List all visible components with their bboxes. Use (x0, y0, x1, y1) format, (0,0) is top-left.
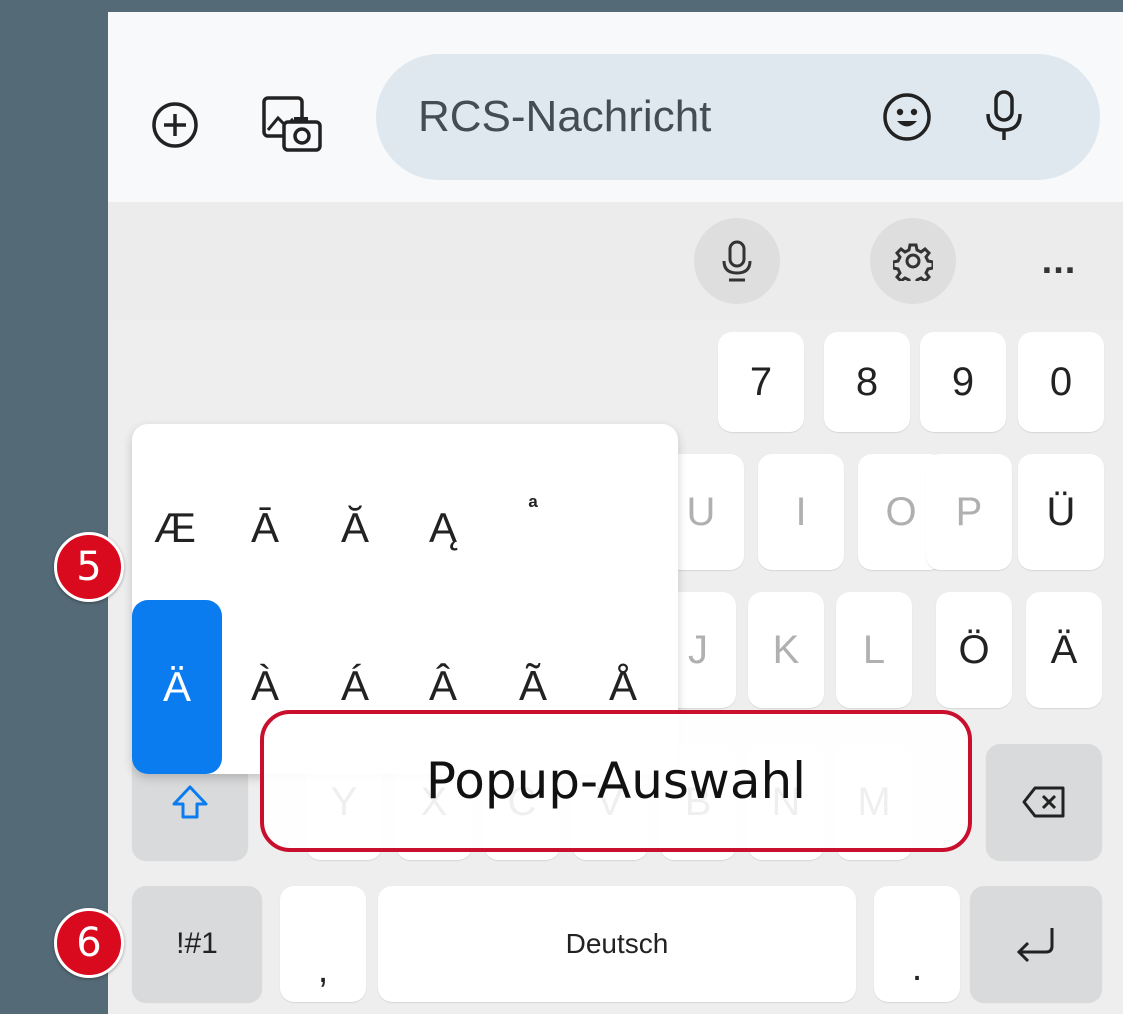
key-7[interactable]: 7 (718, 332, 804, 432)
mic-icon[interactable] (976, 86, 1032, 146)
phone-screen: RCS-Nachricht ... 7 8 9 0 U I O P Ü J K … (108, 12, 1123, 1014)
key-8[interactable]: 8 (824, 332, 910, 432)
gear-icon[interactable] (870, 218, 956, 304)
key-p[interactable]: P (926, 454, 1012, 570)
key-0[interactable]: 0 (1018, 332, 1104, 432)
popup-char-a-ogonek[interactable]: Ą (402, 488, 484, 568)
popup-char-a-macron[interactable]: Ā (224, 488, 306, 568)
period-key[interactable]: . (874, 886, 960, 1002)
symbols-key[interactable]: !#1 (132, 886, 262, 1002)
keyboard: ... 7 8 9 0 U I O P Ü A S D F G H J K L … (108, 202, 1123, 1014)
toolbar-mic-icon[interactable] (694, 218, 780, 304)
plus-circle-icon[interactable] (150, 100, 200, 150)
key-ae[interactable]: Ä (1026, 592, 1102, 708)
annotation-callout: Popup-Auswahl (260, 710, 972, 852)
backspace-key[interactable] (986, 744, 1102, 860)
key-ue[interactable]: Ü (1018, 454, 1104, 570)
popup-char-a-breve[interactable]: Ă (314, 488, 396, 568)
step-badge-6: 6 (54, 908, 124, 978)
gallery-camera-icon[interactable] (260, 92, 326, 158)
comma-key[interactable]: , (280, 886, 366, 1002)
more-icon[interactable]: ... (1016, 218, 1102, 304)
popup-char-ordinal-a[interactable]: ª (492, 488, 574, 572)
message-placeholder: RCS-Nachricht (418, 92, 712, 141)
key-l[interactable]: L (836, 592, 912, 708)
key-k[interactable]: K (748, 592, 824, 708)
key-i[interactable]: I (758, 454, 844, 570)
compose-bar: RCS-Nachricht (108, 12, 1123, 202)
backspace-icon (1022, 786, 1065, 818)
enter-icon (1016, 928, 1054, 963)
enter-key[interactable] (970, 886, 1102, 1002)
popup-char-selected[interactable]: Ä (132, 600, 222, 774)
emoji-icon[interactable] (880, 90, 934, 144)
popup-char-ae-lig[interactable]: Æ (134, 488, 216, 568)
step-badge-5: 5 (54, 532, 124, 602)
space-key[interactable]: Deutsch (378, 886, 856, 1002)
keyboard-toolbar: ... (108, 202, 1123, 320)
key-oe[interactable]: Ö (936, 592, 1012, 708)
message-input[interactable]: RCS-Nachricht (376, 54, 1100, 180)
shift-icon (172, 785, 208, 819)
key-9[interactable]: 9 (920, 332, 1006, 432)
